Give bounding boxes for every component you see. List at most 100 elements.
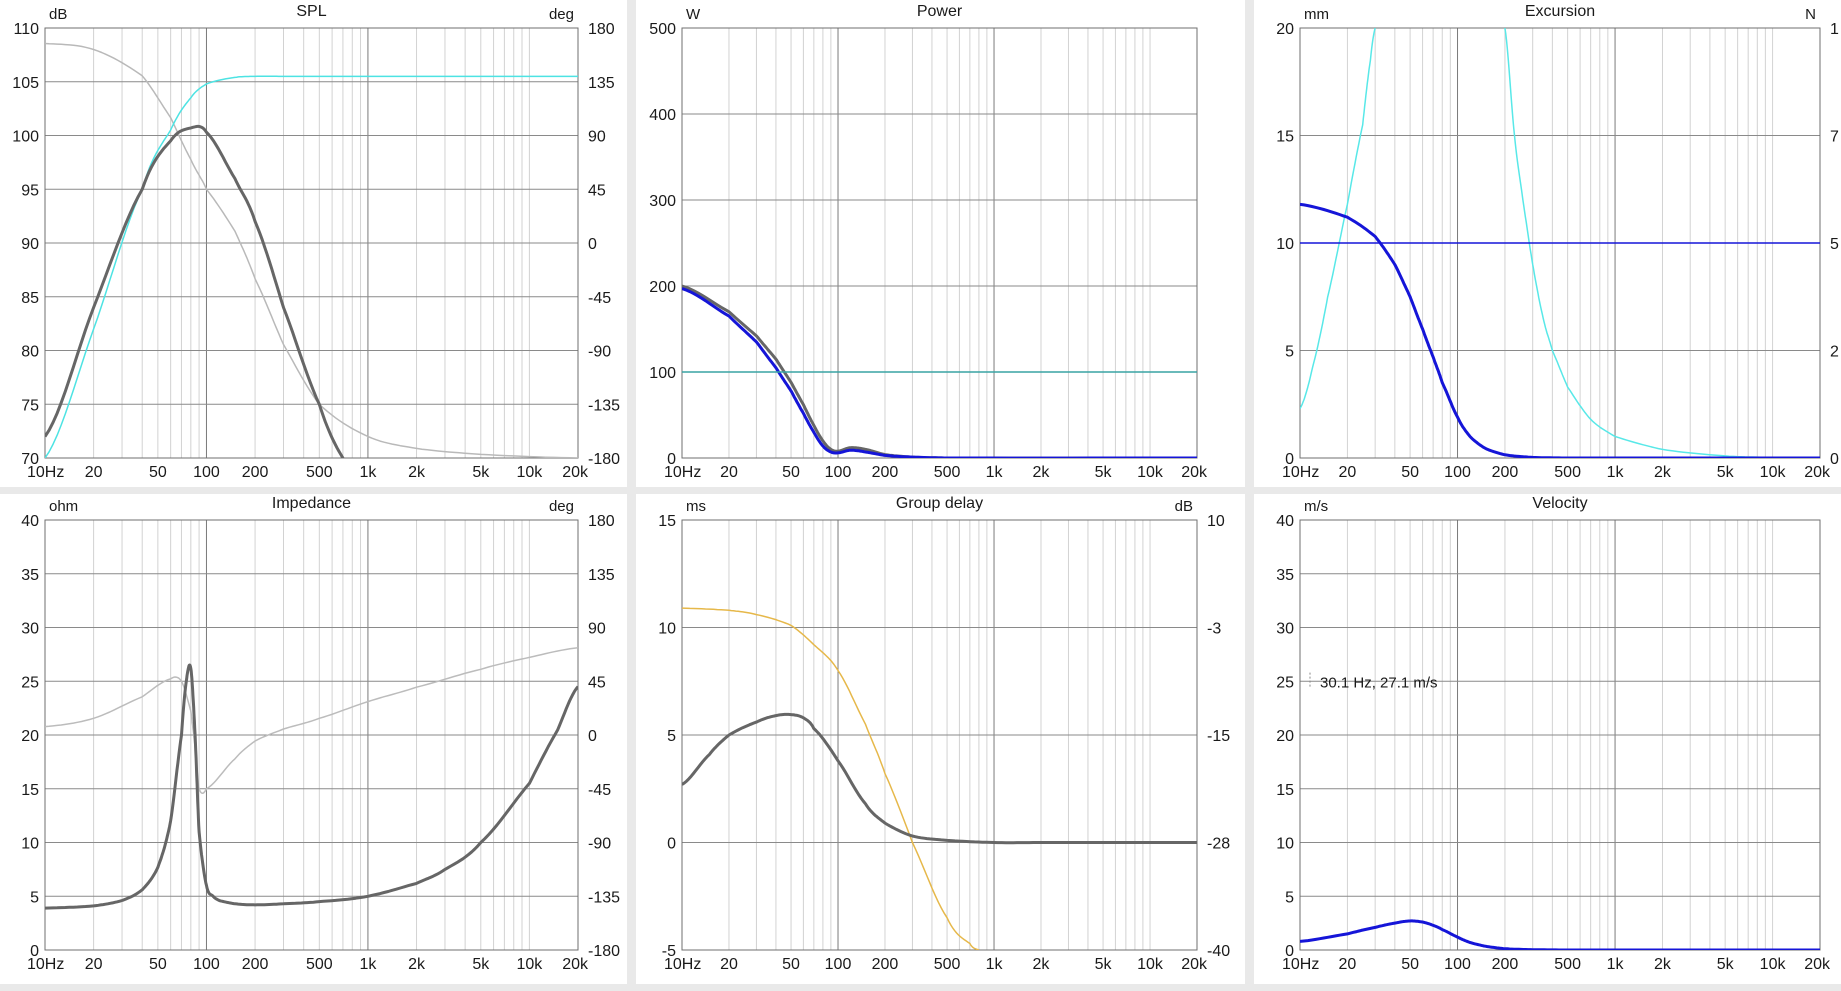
y-tick-label-right: 180 — [588, 21, 615, 38]
y-tick-label-right: 135 — [588, 75, 615, 92]
y-tick-label-left: 10 — [1276, 836, 1294, 853]
x-tick-label: 5k — [1095, 956, 1113, 973]
y-tick-label-left: 15 — [21, 782, 39, 799]
y-tick-label-right: -45 — [588, 782, 611, 799]
x-tick-label: 50 — [1401, 464, 1419, 481]
left-axis-unit: dB — [49, 6, 67, 23]
y-tick-label-right: 135 — [588, 567, 615, 584]
y-tick-label-right: 1 — [1830, 21, 1839, 38]
x-tick-label: 2k — [408, 464, 426, 481]
x-tick-label: 2k — [408, 956, 426, 973]
x-tick-label: 200 — [1492, 464, 1519, 481]
left-axis-unit: W — [686, 6, 701, 23]
y-tick-label-left: 0 — [667, 836, 676, 853]
x-tick-label: 20 — [1339, 464, 1357, 481]
y-tick-label-right: -180 — [588, 943, 620, 960]
y-tick-label-left: 105 — [12, 75, 39, 92]
x-tick-label: 10k — [1760, 464, 1787, 481]
y-tick-label-left: 10 — [21, 836, 39, 853]
x-tick-label: 5k — [472, 956, 490, 973]
left-axis-unit: m/s — [1304, 498, 1328, 515]
x-tick-label: 2k — [1654, 956, 1672, 973]
y-tick-label-left: 35 — [1276, 567, 1294, 584]
y-tick-label-right: 7 — [1830, 129, 1839, 146]
chart-title: Group delay — [896, 495, 983, 512]
y-tick-label-right: 45 — [588, 674, 606, 691]
x-tick-label: 50 — [1401, 956, 1419, 973]
x-tick-label: 50 — [782, 956, 800, 973]
x-tick-label: 500 — [1554, 956, 1581, 973]
x-tick-label: 500 — [934, 464, 961, 481]
y-tick-label-left: 5 — [667, 728, 676, 745]
cursor-annotation: 30.1 Hz, 27.1 m/s — [1320, 675, 1438, 692]
x-tick-label: 500 — [1554, 464, 1581, 481]
x-tick-label: 200 — [872, 956, 899, 973]
chart-panel-power: PowerW010020030040050010Hz 20 50 100 200 500 1… — [636, 0, 1245, 487]
y-tick-label-right: 0 — [588, 236, 597, 253]
x-tick-label: 50 — [149, 464, 167, 481]
x-tick-label: 1k — [1607, 464, 1625, 481]
y-tick-label-right: -135 — [588, 889, 620, 906]
y-tick-label-right: 10 — [1207, 513, 1225, 530]
x-tick-label: 50 — [782, 464, 800, 481]
y-tick-label-right: -90 — [588, 836, 611, 853]
y-tick-label-left: 25 — [21, 674, 39, 691]
x-tick-label: 10Hz — [27, 464, 64, 481]
y-tick-label-left: 15 — [658, 513, 676, 530]
y-tick-label-left: 20 — [21, 728, 39, 745]
y-tick-label-left: 35 — [21, 567, 39, 584]
x-tick-label: 2k — [1033, 464, 1051, 481]
y-tick-label-right: -45 — [588, 290, 611, 307]
x-tick-label: 20 — [85, 956, 103, 973]
y-tick-label-left: 110 — [13, 21, 39, 38]
x-tick-label: 10Hz — [1282, 464, 1319, 481]
x-tick-label: 20k — [1181, 464, 1208, 481]
y-tick-label-left: 75 — [21, 397, 39, 414]
x-tick-label: 1k — [359, 956, 377, 973]
y-tick-label-left: 10 — [658, 621, 676, 638]
right-axis-unit: deg — [549, 498, 574, 515]
x-tick-label: 50 — [149, 956, 167, 973]
y-tick-label-left: 200 — [649, 279, 676, 296]
right-axis-unit: deg — [549, 6, 574, 23]
chart-title: SPL — [296, 3, 326, 20]
charts-canvas: SPLdB deg707580859095100105110-180-135-90… — [0, 0, 1841, 984]
y-tick-label-right: 0 — [588, 728, 597, 745]
x-tick-label: 10k — [1137, 464, 1164, 481]
y-tick-label-right: -28 — [1207, 836, 1230, 853]
y-tick-label-left: 80 — [21, 344, 39, 361]
y-tick-label-right: 2 — [1830, 344, 1839, 361]
x-tick-label: 500 — [306, 956, 333, 973]
x-tick-label: 20 — [1339, 956, 1357, 973]
x-tick-label: 20 — [720, 956, 738, 973]
x-tick-label: 1k — [986, 956, 1004, 973]
y-tick-label-right: 90 — [588, 621, 606, 638]
y-tick-label-right: -180 — [588, 451, 620, 468]
chart-panel-impedance: Impedance ohm deg 0 5 10 15 20 25 30 35 40 -180 -135 -… — [0, 494, 627, 984]
x-tick-label: 100 — [193, 956, 220, 973]
chart-panel-velocity: Velocitym/s051015202530354010Hz 20 50 100 20… — [1254, 494, 1841, 984]
x-tick-label: 200 — [242, 956, 269, 973]
y-tick-label-left: 5 — [1285, 889, 1294, 906]
chart-title: Impedance — [272, 495, 351, 512]
left-axis-unit: mm — [1304, 6, 1329, 23]
x-tick-label: 2k — [1654, 464, 1672, 481]
y-tick-label-right: 90 — [588, 129, 606, 146]
y-tick-label-right: 45 — [588, 182, 606, 199]
y-tick-label-left: 40 — [21, 513, 39, 530]
x-tick-label: 10Hz — [664, 464, 701, 481]
x-tick-label: 100 — [825, 464, 852, 481]
x-tick-label: 10k — [1137, 956, 1164, 973]
y-tick-label-left: 5 — [1285, 344, 1294, 361]
right-axis-unit: N — [1805, 6, 1816, 23]
x-tick-label: 10Hz — [1282, 956, 1319, 973]
y-tick-label-left: 500 — [649, 21, 676, 38]
x-tick-label: 20k — [1804, 464, 1831, 481]
x-tick-label: 2k — [1033, 956, 1051, 973]
y-tick-label-left: 30 — [1276, 621, 1294, 638]
x-tick-label: 1k — [359, 464, 377, 481]
x-tick-label: 20k — [562, 956, 589, 973]
y-tick-label-left: 400 — [649, 107, 676, 124]
y-tick-label-left: 40 — [1276, 513, 1294, 530]
y-tick-label-right: 5 — [1830, 236, 1839, 253]
